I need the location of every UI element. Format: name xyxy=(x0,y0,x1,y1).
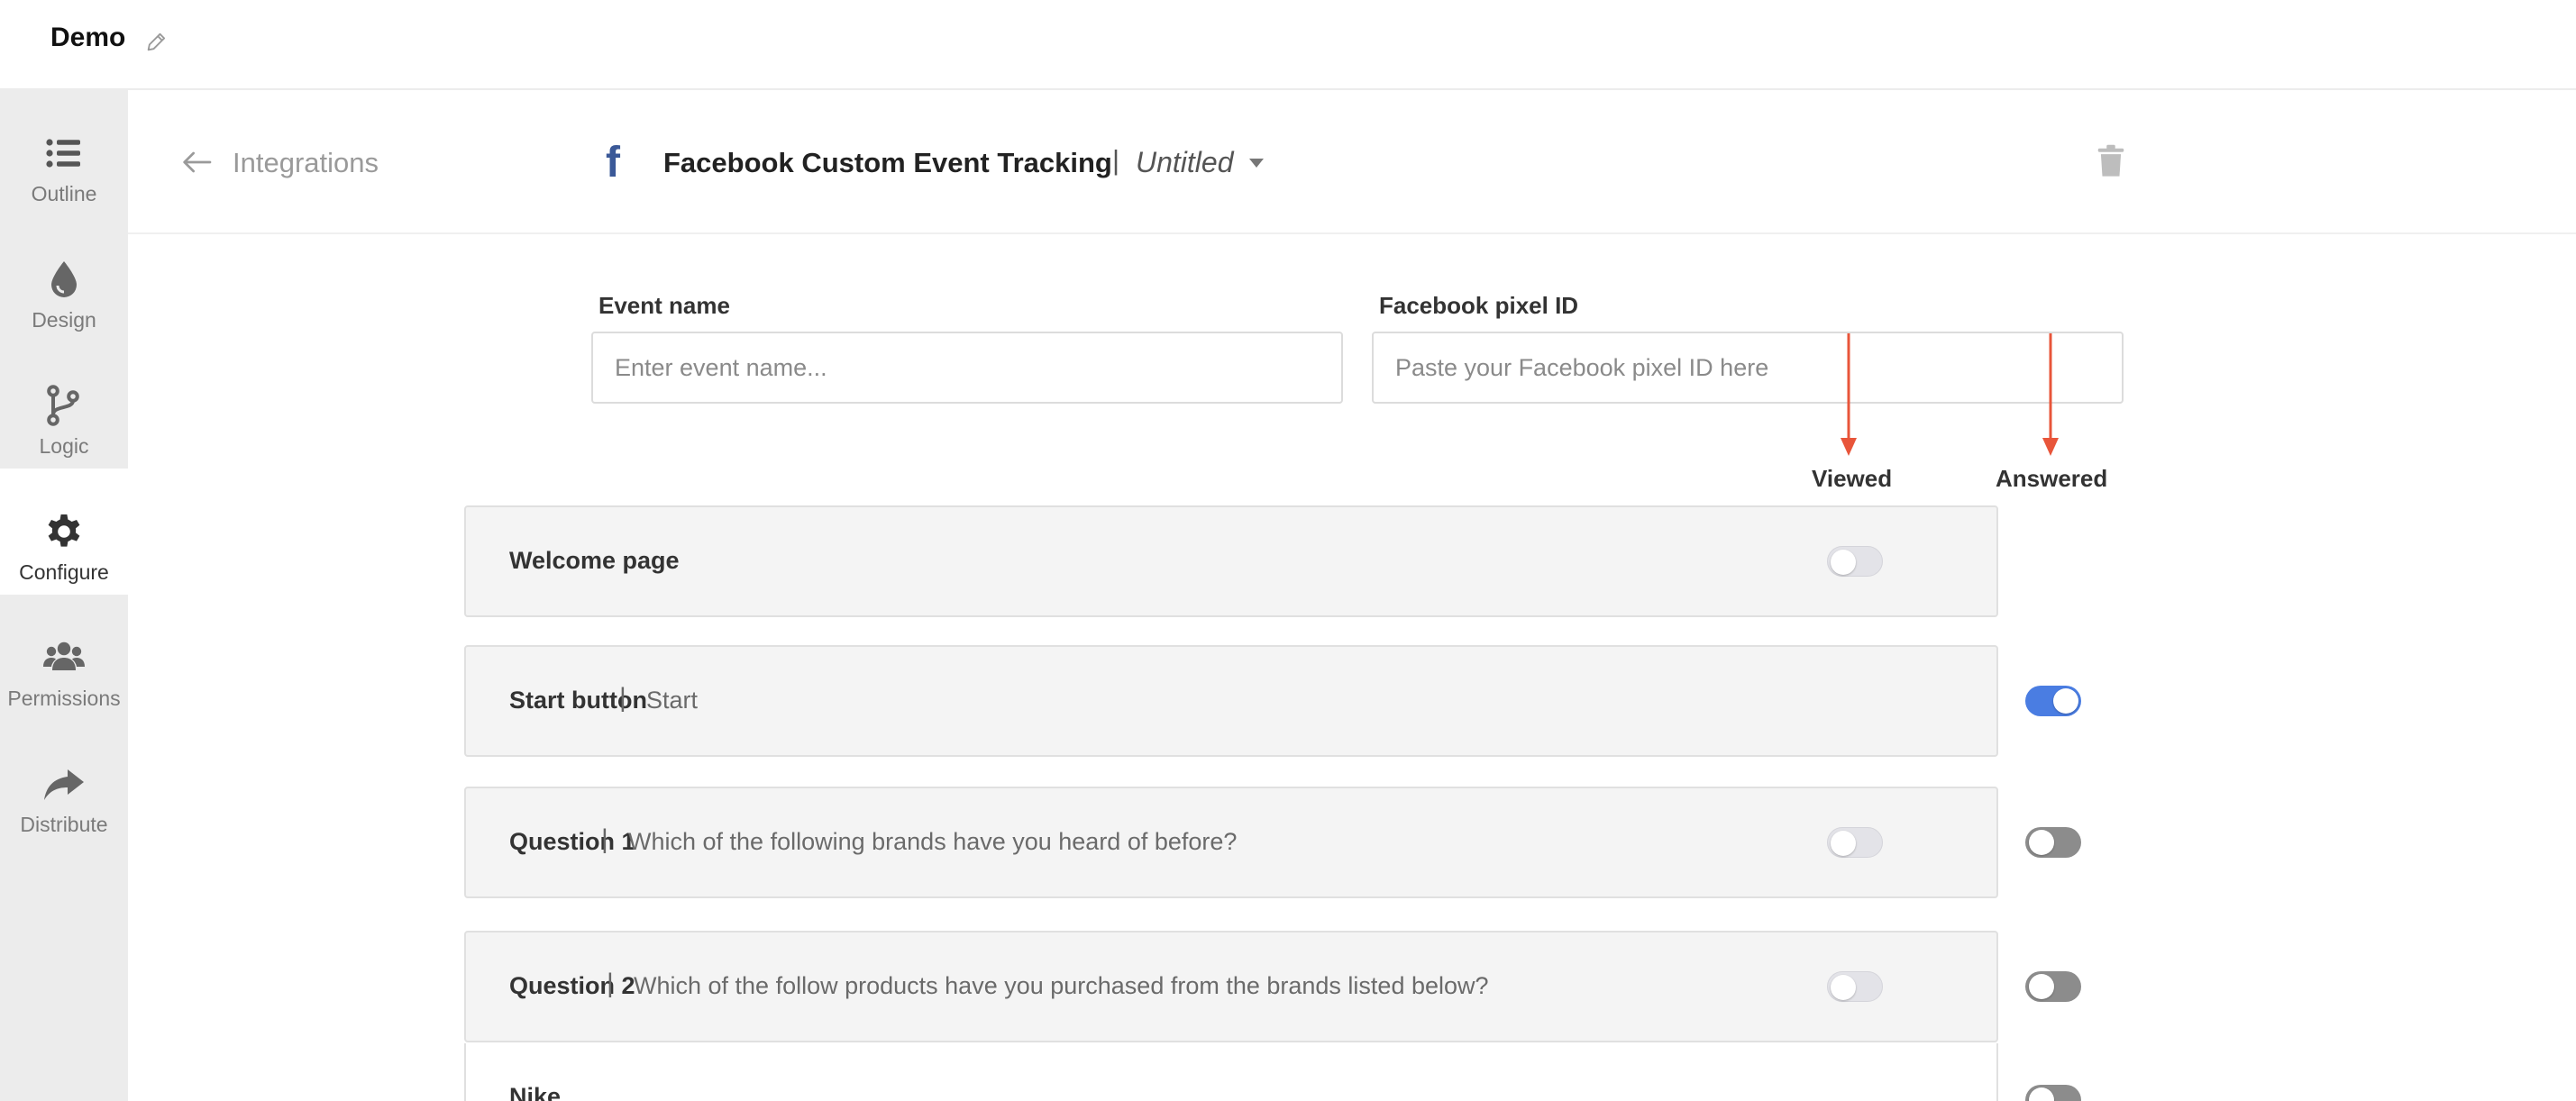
sidebar-item-label: Logic xyxy=(39,434,89,458)
branch-icon xyxy=(47,385,79,426)
answered-toggle[interactable] xyxy=(2025,686,2081,716)
choice-row-nike: Nike xyxy=(464,1043,2081,1101)
sidebar-item-outline[interactable]: Outline xyxy=(0,90,128,216)
row-separator: | xyxy=(601,824,608,854)
sidebar-item-label: Configure xyxy=(19,560,109,584)
droplet-icon xyxy=(51,261,77,297)
sidebar-item-configure[interactable]: Configure xyxy=(0,469,128,595)
toggle-knob xyxy=(2029,974,2054,999)
row-separator: | xyxy=(619,683,626,713)
users-icon xyxy=(43,641,85,670)
sidebar-item-label: Design xyxy=(32,308,96,332)
back-link[interactable]: Integrations xyxy=(233,147,379,179)
sidebar-item-distribute[interactable]: Distribute xyxy=(0,721,128,847)
caret-down-icon[interactable] xyxy=(1247,157,1265,169)
sidebar-item-label: Permissions xyxy=(7,687,121,710)
annotation-arrow-viewed xyxy=(1841,333,1857,456)
viewed-toggle[interactable] xyxy=(1827,827,1883,858)
integration-name-dropdown[interactable]: Untitled xyxy=(1136,146,1234,179)
column-header-answered: Answered xyxy=(1996,465,2108,492)
trash-icon[interactable] xyxy=(2096,144,2125,178)
top-bar: Demo xyxy=(0,0,2576,90)
column-header-viewed: Viewed xyxy=(1812,465,1893,492)
app-title[interactable]: Demo xyxy=(50,23,125,53)
row-title: Welcome page xyxy=(509,547,680,574)
row-separator: | xyxy=(607,969,614,998)
sidebar-item-permissions[interactable]: Permissions xyxy=(0,595,128,721)
event-name-input[interactable] xyxy=(591,332,1343,404)
gear-icon xyxy=(48,514,80,547)
back-arrow-icon[interactable] xyxy=(178,144,215,180)
toggle-knob xyxy=(2029,830,2054,855)
viewed-toggle[interactable] xyxy=(1827,971,1883,1002)
integration-header: Integrations f Facebook Custom Event Tra… xyxy=(128,90,2576,234)
event-name-label: Event name xyxy=(598,292,730,319)
row-title: Nike xyxy=(509,1083,562,1101)
toggle-knob xyxy=(2053,688,2078,714)
viewed-toggle[interactable] xyxy=(1827,546,1883,577)
event-row-welcome: Welcome page xyxy=(464,505,1998,617)
event-row-question-2: Question 2 | Which of the follow product… xyxy=(464,931,2081,1042)
event-row-start-button: Start button | Start xyxy=(464,645,2081,757)
answered-toggle[interactable] xyxy=(2025,971,2081,1002)
toggle-knob xyxy=(1831,550,1856,575)
answered-toggle[interactable] xyxy=(2025,827,2081,858)
list-icon xyxy=(46,139,80,168)
row-title: Question 1 xyxy=(509,828,635,855)
toggle-knob xyxy=(1831,831,1856,856)
sidebar-item-logic[interactable]: Logic xyxy=(0,342,128,469)
annotation-arrow-answered xyxy=(2042,333,2059,456)
sidebar: Outline Design Logic Configure Permissio… xyxy=(0,90,128,1101)
sidebar-item-label: Distribute xyxy=(20,813,108,836)
pixel-id-input[interactable] xyxy=(1372,332,2124,404)
integration-title: Facebook Custom Event Tracking xyxy=(663,147,1112,178)
pixel-id-label: Facebook pixel ID xyxy=(1379,292,1579,319)
sidebar-item-label: Outline xyxy=(31,182,97,205)
row-title: Question 2 xyxy=(509,972,635,999)
answered-toggle[interactable] xyxy=(2025,1085,2081,1101)
share-icon xyxy=(44,769,84,800)
row-description: Which of the follow products have you pu… xyxy=(634,972,1489,999)
toggle-knob xyxy=(1831,975,1856,1000)
toggle-knob xyxy=(2029,1087,2054,1101)
facebook-logo-icon: f xyxy=(606,139,620,187)
event-row-question-1: Question 1 | Which of the following bran… xyxy=(464,787,2081,898)
row-title: Start button xyxy=(509,687,647,714)
sidebar-item-design[interactable]: Design xyxy=(0,216,128,342)
pencil-icon[interactable] xyxy=(144,29,169,54)
row-description: Start xyxy=(646,687,699,714)
row-description: Which of the following brands have you h… xyxy=(628,828,1238,855)
title-separator: | xyxy=(1112,144,1120,176)
